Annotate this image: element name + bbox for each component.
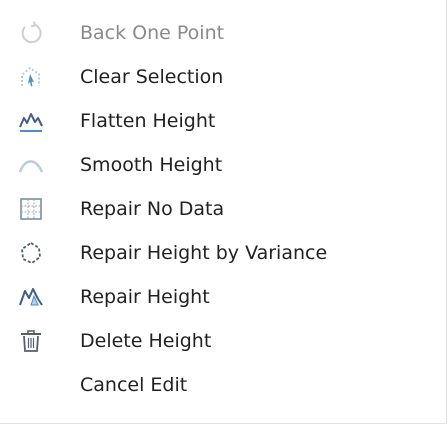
repair-height-icon	[18, 284, 44, 310]
clear-selection-icon	[18, 64, 44, 90]
menu-item-label: Back One Point	[80, 22, 225, 44]
menu-item-clear-selection[interactable]: Clear Selection	[0, 55, 446, 99]
menu-item-label: Cancel Edit	[80, 374, 188, 396]
menu-item-delete-height[interactable]: Delete Height	[0, 319, 446, 363]
undo-arc-icon	[18, 20, 44, 46]
menu-item-label: Smooth Height	[80, 154, 223, 176]
menu-item-flatten-height[interactable]: Flatten Height	[0, 99, 446, 143]
menu-item-label: Delete Height	[80, 330, 212, 352]
menu-item-repair-height-by-variance[interactable]: Repair Height by Variance	[0, 231, 446, 275]
menu-item-repair-height[interactable]: Repair Height	[0, 275, 446, 319]
flatten-height-icon	[18, 108, 44, 134]
menu-item-cancel-edit[interactable]: Cancel Edit	[0, 363, 446, 407]
menu-item-label: Repair Height by Variance	[80, 242, 328, 264]
menu-item-smooth-height[interactable]: Smooth Height	[0, 143, 446, 187]
menu-item-label: Repair Height	[80, 286, 210, 308]
smooth-height-icon	[18, 152, 44, 178]
menu-item-repair-no-data[interactable]: Repair No Data	[0, 187, 446, 231]
menu-item-back-one-point[interactable]: Back One Point	[0, 11, 446, 55]
context-menu: Back One Point Clear Selection Flatten H…	[0, 0, 447, 424]
menu-item-label: Clear Selection	[80, 66, 224, 88]
menu-item-label: Repair No Data	[80, 198, 225, 220]
repair-variance-icon	[18, 240, 44, 266]
menu-item-label: Flatten Height	[80, 110, 216, 132]
repair-no-data-icon	[18, 196, 44, 222]
trash-icon	[18, 328, 44, 354]
